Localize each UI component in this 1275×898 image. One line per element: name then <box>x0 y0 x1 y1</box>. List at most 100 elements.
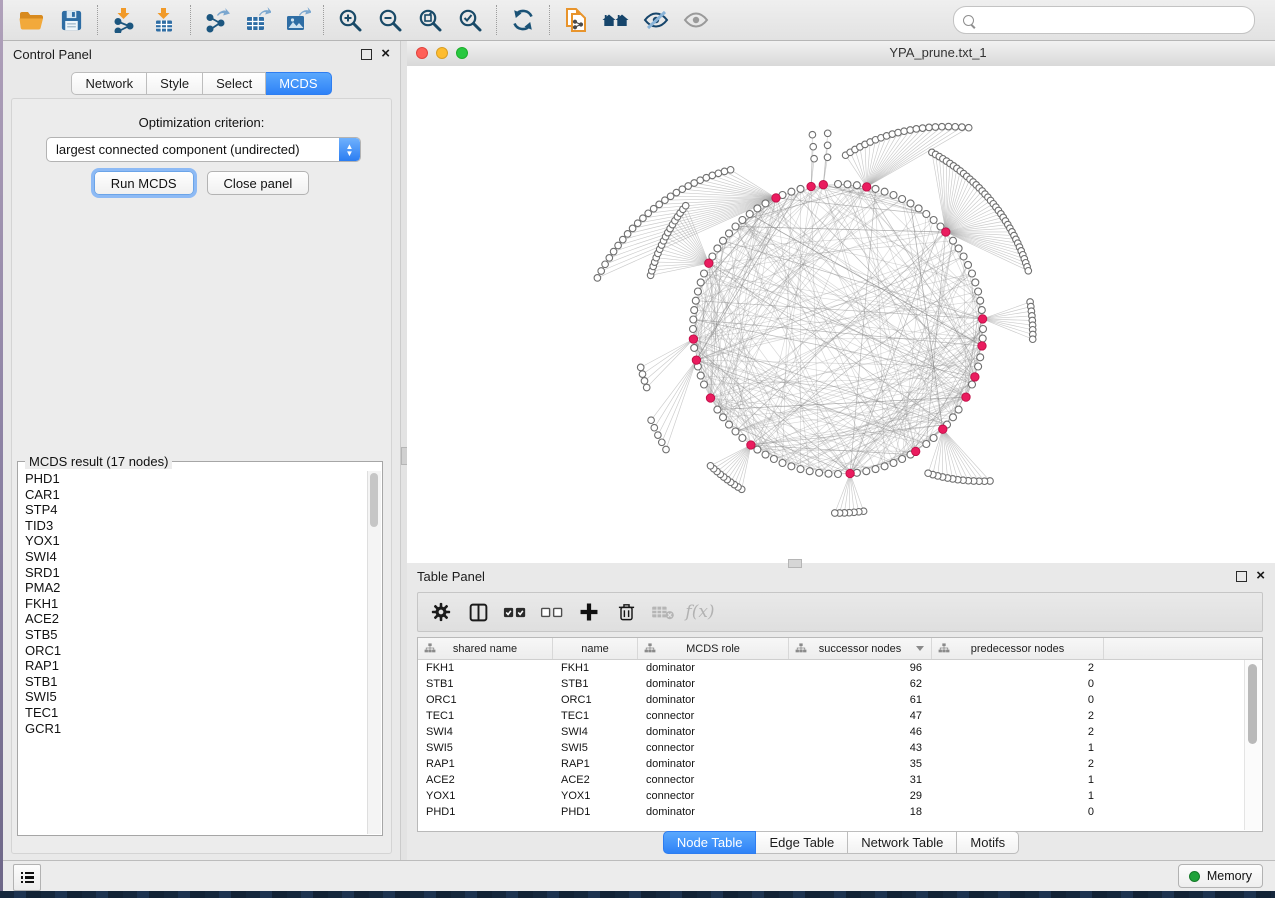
mcds-result-item[interactable]: STP4 <box>25 502 367 518</box>
cell-shared-name[interactable]: SWI5 <box>418 740 553 756</box>
table-row[interactable]: SWI5SWI5connector431 <box>418 740 1262 756</box>
cell-mcds-role[interactable]: dominator <box>638 804 789 820</box>
cell-successor-nodes[interactable]: 31 <box>789 772 932 788</box>
cell-mcds-role[interactable]: dominator <box>638 692 789 708</box>
mcds-result-item[interactable]: GCR1 <box>25 721 367 737</box>
tab-style[interactable]: Style <box>147 72 203 95</box>
mcds-result-item[interactable]: ACE2 <box>25 611 367 627</box>
add-row-button[interactable] <box>574 597 604 627</box>
cell-predecessor-nodes[interactable]: 2 <box>932 708 1104 724</box>
hide-selected-button[interactable] <box>638 4 674 36</box>
close-panel-button[interactable]: Close panel <box>207 171 310 195</box>
export-image-button[interactable] <box>279 4 315 36</box>
cell-predecessor-nodes[interactable]: 2 <box>932 724 1104 740</box>
cell-predecessor-nodes[interactable]: 1 <box>932 740 1104 756</box>
zoom-out-button[interactable] <box>372 4 408 36</box>
table-row[interactable]: RAP1RAP1dominator352 <box>418 756 1262 772</box>
refresh-view-button[interactable] <box>505 4 541 36</box>
maximize-window-icon[interactable] <box>456 47 468 59</box>
tab-network-table[interactable]: Network Table <box>848 831 957 854</box>
search-input[interactable] <box>980 12 1245 29</box>
cell-mcds-role[interactable]: connector <box>638 772 789 788</box>
search-box[interactable] <box>953 6 1255 34</box>
mcds-result-item[interactable]: YOX1 <box>25 533 367 549</box>
show-columns-button[interactable] <box>463 597 493 627</box>
cell-shared-name[interactable]: STB1 <box>418 676 553 692</box>
mcds-result-item[interactable]: STB1 <box>25 674 367 690</box>
network-window-titlebar[interactable]: YPA_prune.txt_1 <box>407 41 1275 67</box>
column-header-mcds-role[interactable]: MCDS role <box>638 638 789 659</box>
mcds-result-item[interactable]: RAP1 <box>25 658 367 674</box>
tab-motifs[interactable]: Motifs <box>957 831 1019 854</box>
import-network-button[interactable] <box>106 4 142 36</box>
table-scrollbar[interactable] <box>1244 660 1261 830</box>
deselect-all-rows-button[interactable] <box>537 597 567 627</box>
tab-select[interactable]: Select <box>203 72 266 95</box>
close-window-icon[interactable] <box>416 47 428 59</box>
scrollbar-thumb[interactable] <box>1248 664 1257 744</box>
export-network-button[interactable] <box>199 4 235 36</box>
import-table-button[interactable] <box>146 4 182 36</box>
cell-name[interactable]: PHD1 <box>553 804 638 820</box>
cell-shared-name[interactable]: PHD1 <box>418 804 553 820</box>
mcds-result-item[interactable]: FKH1 <box>25 596 367 612</box>
table-row[interactable]: PHD1PHD1dominator180 <box>418 804 1262 820</box>
criterion-select[interactable]: largest connected component (undirected)… <box>46 137 361 162</box>
cell-name[interactable]: SWI4 <box>553 724 638 740</box>
table-row[interactable]: ACE2ACE2connector311 <box>418 772 1262 788</box>
show-hidden-button[interactable] <box>678 4 714 36</box>
mcds-result-item[interactable]: TID3 <box>25 518 367 534</box>
cell-successor-nodes[interactable]: 61 <box>789 692 932 708</box>
cell-name[interactable]: ACE2 <box>553 772 638 788</box>
duplicate-network-button[interactable] <box>558 4 594 36</box>
show-all-networks-button[interactable] <box>598 4 634 36</box>
cell-name[interactable]: YOX1 <box>553 788 638 804</box>
cell-mcds-role[interactable]: connector <box>638 740 789 756</box>
cell-name[interactable]: RAP1 <box>553 756 638 772</box>
tab-node-table[interactable]: Node Table <box>663 831 757 854</box>
column-header-shared-name[interactable]: shared name <box>418 638 553 659</box>
cell-shared-name[interactable]: FKH1 <box>418 660 553 676</box>
mcds-result-item[interactable]: ORC1 <box>25 643 367 659</box>
table-row[interactable]: STB1STB1dominator620 <box>418 676 1262 692</box>
show-panels-button[interactable] <box>13 864 41 891</box>
export-table-button[interactable] <box>239 4 275 36</box>
run-mcds-button[interactable]: Run MCDS <box>94 171 194 195</box>
cell-mcds-role[interactable]: dominator <box>638 756 789 772</box>
cell-predecessor-nodes[interactable]: 2 <box>932 756 1104 772</box>
table-row[interactable]: FKH1FKH1dominator962 <box>418 660 1262 676</box>
cell-shared-name[interactable]: ORC1 <box>418 692 553 708</box>
zoom-fit-button[interactable] <box>412 4 448 36</box>
delete-row-button[interactable] <box>611 597 641 627</box>
cell-successor-nodes[interactable]: 29 <box>789 788 932 804</box>
horizontal-divider-grip[interactable] <box>788 559 802 568</box>
cell-mcds-role[interactable]: connector <box>638 788 789 804</box>
mcds-result-list[interactable]: PHD1CAR1STP4TID3YOX1SWI4SRD1PMA2FKH1ACE2… <box>19 471 367 834</box>
cell-shared-name[interactable]: YOX1 <box>418 788 553 804</box>
cell-name[interactable]: ORC1 <box>553 692 638 708</box>
mcds-result-item[interactable]: PMA2 <box>25 580 367 596</box>
cell-successor-nodes[interactable]: 35 <box>789 756 932 772</box>
cell-successor-nodes[interactable]: 43 <box>789 740 932 756</box>
minimize-window-icon[interactable] <box>436 47 448 59</box>
tab-mcds[interactable]: MCDS <box>266 72 331 95</box>
cell-name[interactable]: FKH1 <box>553 660 638 676</box>
open-file-button[interactable] <box>13 4 49 36</box>
cell-predecessor-nodes[interactable]: 0 <box>932 804 1104 820</box>
mcds-list-scrollbar[interactable] <box>367 471 381 834</box>
cell-successor-nodes[interactable]: 47 <box>789 708 932 724</box>
cell-successor-nodes[interactable]: 46 <box>789 724 932 740</box>
close-panel-icon[interactable]: × <box>381 48 390 60</box>
mcds-result-item[interactable]: PHD1 <box>25 471 367 487</box>
cell-mcds-role[interactable]: connector <box>638 708 789 724</box>
network-canvas[interactable] <box>407 66 1275 563</box>
cell-name[interactable]: STB1 <box>553 676 638 692</box>
cell-name[interactable]: TEC1 <box>553 708 638 724</box>
zoom-selected-button[interactable] <box>452 4 488 36</box>
cell-successor-nodes[interactable]: 96 <box>789 660 932 676</box>
close-panel-icon[interactable]: × <box>1256 570 1265 582</box>
table-row[interactable]: SWI4SWI4dominator462 <box>418 724 1262 740</box>
table-row[interactable]: TEC1TEC1connector472 <box>418 708 1262 724</box>
cell-name[interactable]: SWI5 <box>553 740 638 756</box>
column-header-name[interactable]: name <box>553 638 638 659</box>
